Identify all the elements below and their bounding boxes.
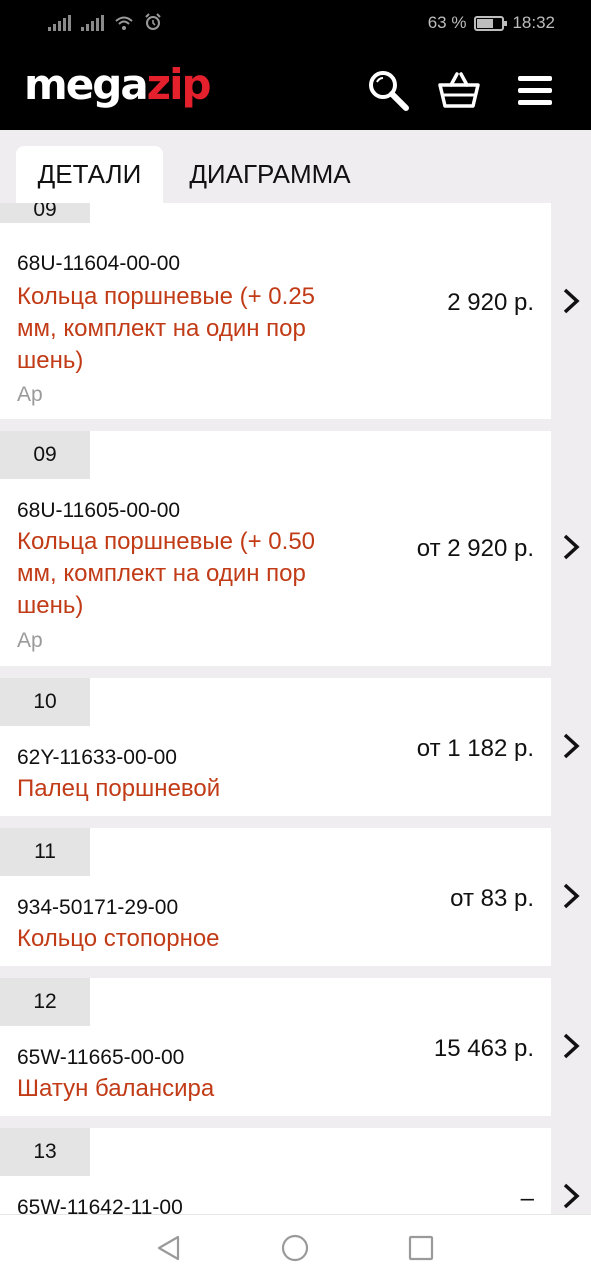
part-name-line: мм, комплект на один пор [17, 315, 306, 342]
position-badge: 12 [0, 978, 90, 1026]
chevron-right-icon[interactable] [559, 882, 583, 910]
part-code: 65W-11642-11-00 [17, 1196, 183, 1214]
part-name-line: Кольца поршневые (+ 0.25 [17, 283, 316, 310]
part-price: от 83 р. [450, 885, 534, 912]
list-item[interactable]: 09 68U-11604-00-00 Кольца поршневые (+ 0… [0, 203, 591, 419]
chevron-right-icon[interactable] [559, 1182, 583, 1210]
part-price: от 2 920 р. [416, 535, 534, 562]
recents-icon[interactable] [406, 1233, 436, 1263]
megazip-logo[interactable]: megazip [24, 60, 212, 109]
part-price: от 1 182 р. [416, 735, 534, 762]
home-icon[interactable] [280, 1233, 310, 1263]
list-item[interactable]: 09 68U-11605-00-00 Кольца поршневые (+ 0… [0, 431, 591, 666]
tab-bar: ДЕТАЛИ ДИАГРАММА [0, 130, 591, 203]
battery-level [477, 18, 493, 28]
signal-icon [48, 15, 71, 31]
part-name[interactable]: Палец поршневой [17, 773, 347, 805]
chevron-right-icon[interactable] [559, 1032, 583, 1060]
part-price: 2 920 р. [447, 289, 534, 316]
position-badge: 09 [0, 203, 90, 223]
menu-icon[interactable] [514, 68, 558, 112]
part-name-line: шень) [17, 347, 84, 374]
position-badge: 10 [0, 678, 90, 726]
part-code: 934-50171-29-00 [17, 896, 179, 919]
logo-part1: mega [24, 60, 149, 109]
part-code: 68U-11605-00-00 [17, 499, 181, 522]
part-name[interactable]: Кольца поршневые (+ 0.25 мм, комплект на… [17, 281, 347, 377]
logo-part2: zip [146, 60, 212, 109]
part-name[interactable]: Кольцо стопорное [17, 923, 347, 955]
part-code: 68U-11604-00-00 [17, 252, 181, 275]
wifi-icon [115, 16, 133, 30]
list-item[interactable]: 12 65W-11665-00-00 Шатун балансира 15 46… [0, 978, 591, 1116]
part-name-line: Кольца поршневые (+ 0.50 [17, 528, 316, 555]
status-icons-right: 63 % 18:32 [428, 13, 555, 33]
part-name[interactable]: Шатун балансира [17, 1073, 347, 1105]
part-brand: Ap [17, 629, 43, 652]
battery-icon [474, 15, 508, 31]
tab-diagram[interactable]: ДИАГРАММА [180, 146, 360, 203]
system-navigation-bar [0, 1214, 591, 1280]
part-name-line: мм, комплект на один пор [17, 560, 306, 587]
parts-list: 09 68U-11604-00-00 Кольца поршневые (+ 0… [0, 203, 591, 1214]
search-icon[interactable] [366, 68, 410, 112]
part-price: – [520, 1185, 534, 1212]
list-item[interactable]: 11 934-50171-29-00 Кольцо стопорное от 8… [0, 828, 591, 966]
status-bar: 63 % 18:32 [0, 0, 591, 48]
part-price: 15 463 р. [433, 1035, 534, 1062]
status-time: 18:32 [512, 13, 555, 32]
part-name-line: Кольцо стопорное [17, 925, 220, 952]
cart-icon[interactable] [437, 68, 481, 112]
app-header: megazip [0, 48, 591, 130]
battery-percent: 63 % [427, 13, 467, 32]
chevron-right-icon[interactable] [559, 287, 583, 315]
back-icon[interactable] [154, 1233, 184, 1263]
part-code: 62Y-11633-00-00 [17, 746, 177, 769]
chevron-right-icon[interactable] [559, 732, 583, 760]
part-name-line: Палец поршневой [17, 775, 221, 802]
list-item[interactable]: 13 65W-11642-11-00 – [0, 1128, 591, 1214]
position-badge: 09 [0, 431, 90, 479]
chevron-right-icon[interactable] [559, 533, 583, 561]
part-name-line: Шатун балансира [17, 1075, 215, 1102]
position-badge: 13 [0, 1128, 90, 1176]
alarm-icon [145, 13, 161, 30]
tab-details[interactable]: ДЕТАЛИ [16, 146, 163, 203]
signal-icon [81, 15, 104, 31]
part-code: 65W-11665-00-00 [17, 1046, 185, 1069]
part-name-line: шень) [17, 592, 84, 619]
position-badge: 11 [0, 828, 90, 876]
part-name[interactable]: Кольца поршневые (+ 0.50 мм, комплект на… [17, 526, 347, 622]
list-item[interactable]: 10 62Y-11633-00-00 Палец поршневой от 1 … [0, 678, 591, 816]
status-icons-left [48, 13, 162, 31]
part-brand: Ap [17, 383, 43, 406]
